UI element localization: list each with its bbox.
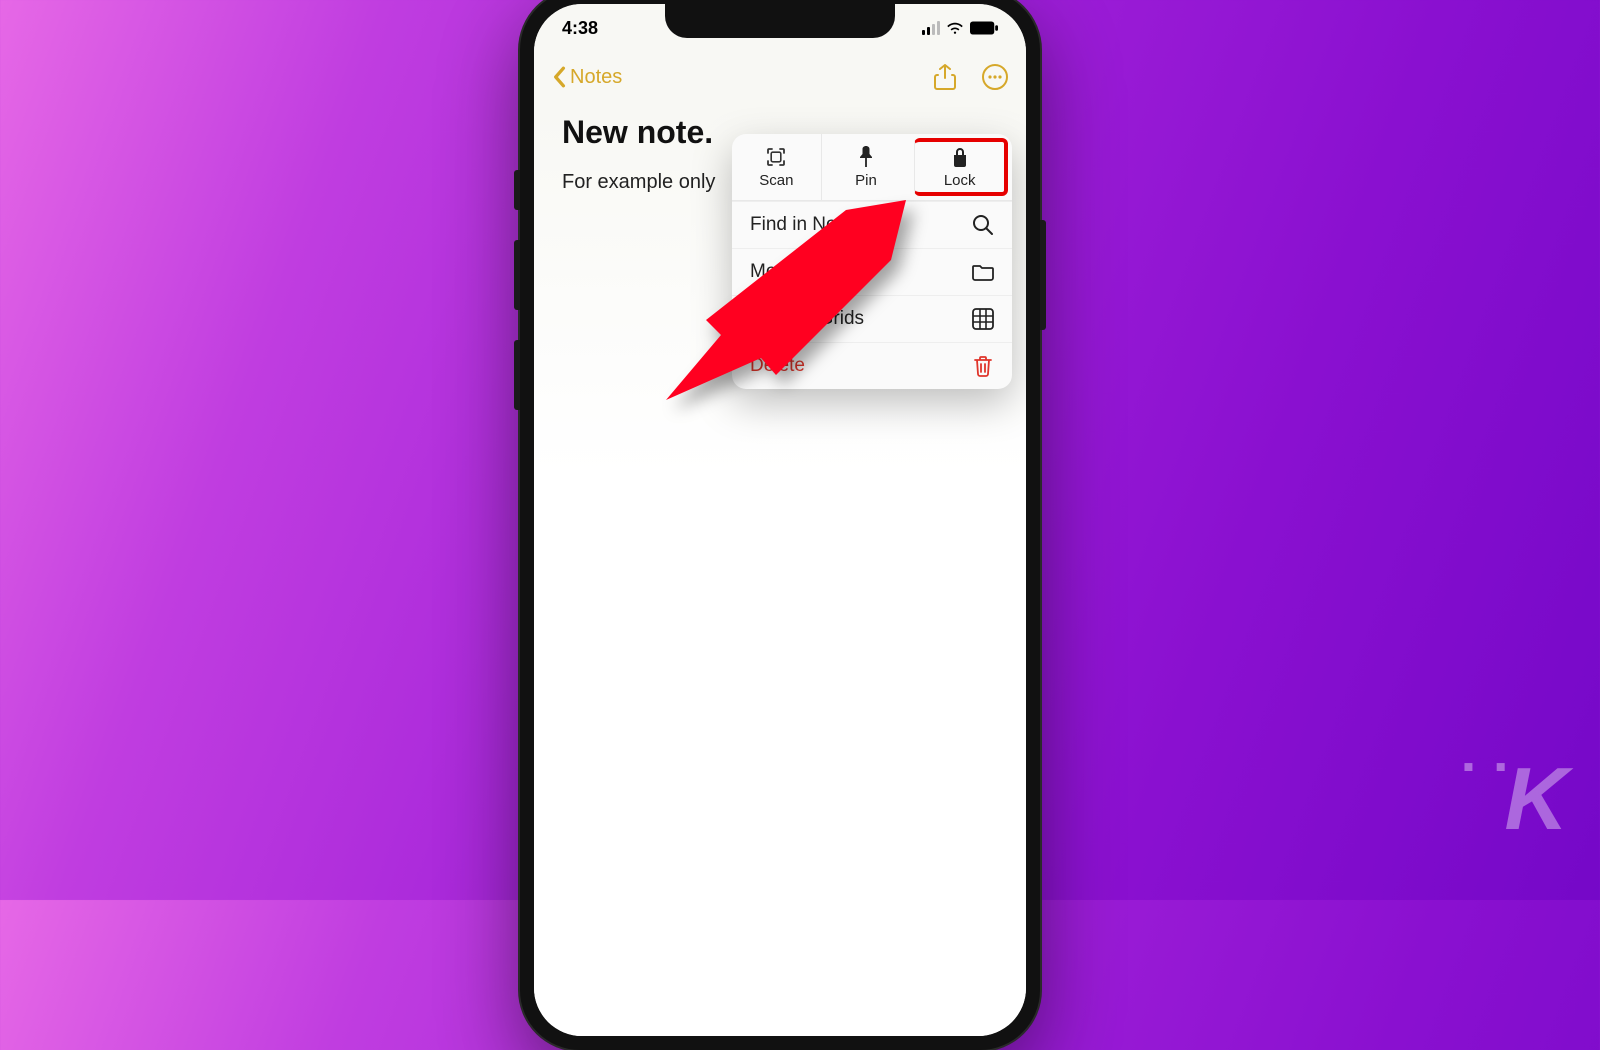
side-buttons-left [514,170,520,410]
status-right [922,21,998,35]
move-label: Move Note [750,261,842,283]
context-menu-top-row: Scan Pin Lock [732,134,1012,201]
nav-right [932,64,1008,90]
share-button[interactable] [932,64,958,90]
signal-icon [922,21,940,35]
delete-label: Delete [750,355,805,377]
phone-screen: 4:38 Notes [534,4,1026,1036]
more-button[interactable] [982,64,1008,90]
scan-icon [765,146,787,168]
phone-notch [665,4,895,38]
back-label: Notes [570,66,622,89]
pin-action[interactable]: Pin [821,134,911,200]
scan-action[interactable]: Scan [732,134,821,200]
back-button[interactable]: Notes [552,66,622,89]
context-menu: Scan Pin Lock Find in Note [732,134,1012,389]
folder-icon [972,261,994,283]
find-label: Find in Note [750,214,852,236]
lock-label: Lock [944,172,976,189]
lines-grids-row[interactable]: Lines & Grids [732,295,1012,342]
ellipsis-circle-icon [982,64,1008,90]
wifi-icon [946,21,964,35]
status-time: 4:38 [562,18,598,39]
side-button-right [1040,220,1046,330]
search-icon [972,214,994,236]
grid-icon [972,308,994,330]
nav-bar: Notes [534,52,1026,102]
share-icon [934,64,956,90]
watermark-letter: K [1504,749,1564,848]
lock-icon [949,146,971,168]
battery-icon [970,21,998,35]
scan-label: Scan [759,172,793,189]
lock-action[interactable]: Lock [914,138,1008,196]
phone-frame: 4:38 Notes [520,0,1040,1050]
trash-icon [972,355,994,377]
find-in-note-row[interactable]: Find in Note [732,201,1012,248]
pin-label: Pin [855,172,877,189]
delete-row[interactable]: Delete [732,342,1012,389]
lines-label: Lines & Grids [750,308,864,330]
chevron-left-icon [552,66,566,88]
watermark: ▪ ▪K [1463,748,1564,850]
pin-icon [855,146,877,168]
move-note-row[interactable]: Move Note [732,248,1012,295]
